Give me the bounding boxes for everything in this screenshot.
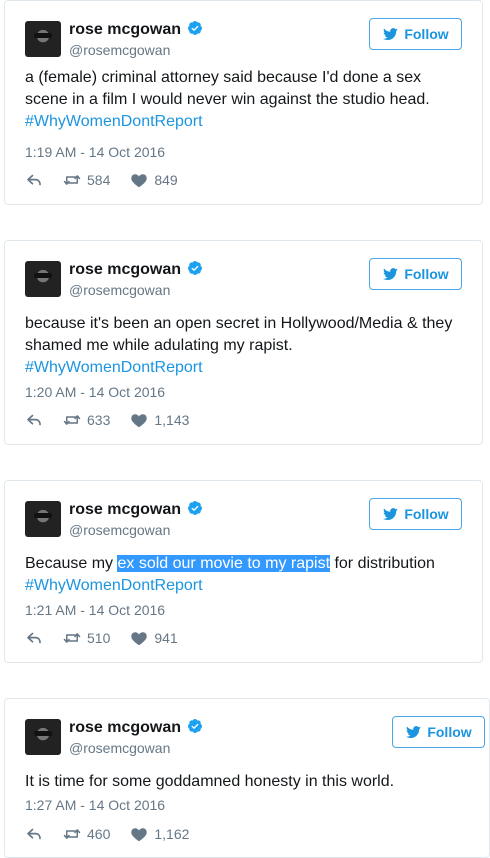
retweet-icon (63, 629, 81, 647)
heart-icon (130, 825, 148, 843)
retweet-count: 584 (87, 172, 111, 188)
retweet-icon (63, 825, 81, 843)
follow-label: Follow (404, 266, 449, 282)
avatar[interactable] (25, 261, 61, 297)
reply-button[interactable] (25, 411, 43, 429)
display-name[interactable]: rose mcgowan (69, 500, 203, 519)
retweet-icon (63, 411, 81, 429)
display-name-text[interactable]: rose mcgowan (69, 719, 181, 736)
retweet-button[interactable]: 460 (63, 825, 110, 843)
tweet-card: rose mcgowan @rosemcgowan Follow because… (4, 240, 483, 445)
display-name[interactable]: rose mcgowan (69, 20, 203, 39)
hashtag-link[interactable]: #WhyWomenDontReport (25, 357, 462, 379)
retweet-icon (63, 171, 81, 189)
timestamp[interactable]: 1:21 AM - 14 Oct 2016 (25, 602, 165, 618)
display-name-text[interactable]: rose mcgowan (69, 21, 181, 38)
like-count: 849 (154, 172, 178, 188)
tweet-text: a (female) criminal attorney said becaus… (25, 67, 462, 133)
follow-label: Follow (404, 26, 449, 42)
tweet-card: rose mcgowan @rosemcgowan Follow Because… (4, 480, 483, 663)
reply-icon (25, 171, 43, 189)
heart-icon (130, 171, 148, 189)
timestamp[interactable]: 1:27 AM - 14 Oct 2016 (25, 797, 165, 813)
like-count: 1,143 (154, 412, 190, 428)
follow-label: Follow (427, 724, 472, 740)
hashtag-link[interactable]: #WhyWomenDontReport (25, 575, 462, 597)
retweet-button[interactable]: 633 (63, 411, 110, 429)
handle[interactable]: @rosemcgowan (69, 522, 170, 538)
tweet-body-end: for distribution (330, 555, 435, 572)
tweet-text: Because my ex sold our movie to my rapis… (25, 553, 462, 597)
tweet-body-start: Because my (25, 555, 118, 572)
retweet-button[interactable]: 584 (63, 171, 110, 189)
verified-badge-icon (187, 260, 203, 276)
like-button[interactable]: 1,162 (130, 825, 189, 843)
avatar[interactable] (25, 719, 61, 755)
follow-label: Follow (404, 506, 449, 522)
avatar[interactable] (25, 501, 61, 537)
like-count: 941 (154, 630, 178, 646)
reply-icon (25, 825, 43, 843)
retweet-count: 510 (87, 630, 111, 646)
display-name-text[interactable]: rose mcgowan (69, 501, 181, 518)
like-button[interactable]: 941 (130, 629, 178, 647)
like-button[interactable]: 1,143 (130, 411, 189, 429)
verified-badge-icon (187, 718, 203, 734)
heart-icon (130, 411, 148, 429)
tweet-body: a (female) criminal attorney said becaus… (25, 69, 430, 108)
tweet-text: because it's been an open secret in Holl… (25, 313, 462, 379)
timestamp[interactable]: 1:19 AM - 14 Oct 2016 (25, 144, 165, 160)
timestamp[interactable]: 1:20 AM - 14 Oct 2016 (25, 384, 165, 400)
handle[interactable]: @rosemcgowan (69, 740, 170, 756)
verified-badge-icon (187, 500, 203, 516)
follow-button[interactable]: Follow (369, 498, 462, 530)
like-count: 1,162 (154, 826, 190, 842)
tweet-actions: 460 1,162 (25, 824, 209, 844)
follow-button[interactable]: Follow (392, 716, 485, 748)
follow-button[interactable]: Follow (369, 258, 462, 290)
like-button[interactable]: 849 (130, 171, 178, 189)
tweet-body: It is time for some goddamned honesty in… (25, 773, 395, 790)
bird-icon (405, 724, 421, 740)
tweet-actions: 510 941 (25, 628, 198, 648)
reply-button[interactable] (25, 171, 43, 189)
tweet-card: rose mcgowan @rosemcgowan Follow a (fema… (4, 0, 483, 205)
tweet-text: It is time for some goddamned honesty in… (25, 771, 469, 793)
reply-icon (25, 629, 43, 647)
handle[interactable]: @rosemcgowan (69, 282, 170, 298)
display-name-text[interactable]: rose mcgowan (69, 261, 181, 278)
tweet-actions: 633 1,143 (25, 410, 209, 430)
heart-icon (130, 629, 148, 647)
bird-icon (382, 266, 398, 282)
display-name[interactable]: rose mcgowan (69, 260, 203, 279)
retweet-button[interactable]: 510 (63, 629, 110, 647)
avatar[interactable] (25, 21, 61, 57)
hashtag-link[interactable]: #WhyWomenDontReport (25, 111, 462, 133)
retweet-count: 460 (87, 826, 111, 842)
tweet-body: because it's been an open secret in Holl… (25, 315, 453, 354)
reply-button[interactable] (25, 825, 43, 843)
tweet-card: rose mcgowan @rosemcgowan Follow It is t… (4, 698, 490, 858)
follow-button[interactable]: Follow (369, 18, 462, 50)
retweet-count: 633 (87, 412, 111, 428)
bird-icon (382, 26, 398, 42)
verified-badge-icon (187, 20, 203, 36)
reply-icon (25, 411, 43, 429)
tweet-actions: 584 849 (25, 170, 198, 190)
reply-button[interactable] (25, 629, 43, 647)
display-name[interactable]: rose mcgowan (69, 718, 203, 737)
selected-text: ex sold our movie to my rapist (117, 555, 331, 572)
handle[interactable]: @rosemcgowan (69, 42, 170, 58)
bird-icon (382, 506, 398, 522)
